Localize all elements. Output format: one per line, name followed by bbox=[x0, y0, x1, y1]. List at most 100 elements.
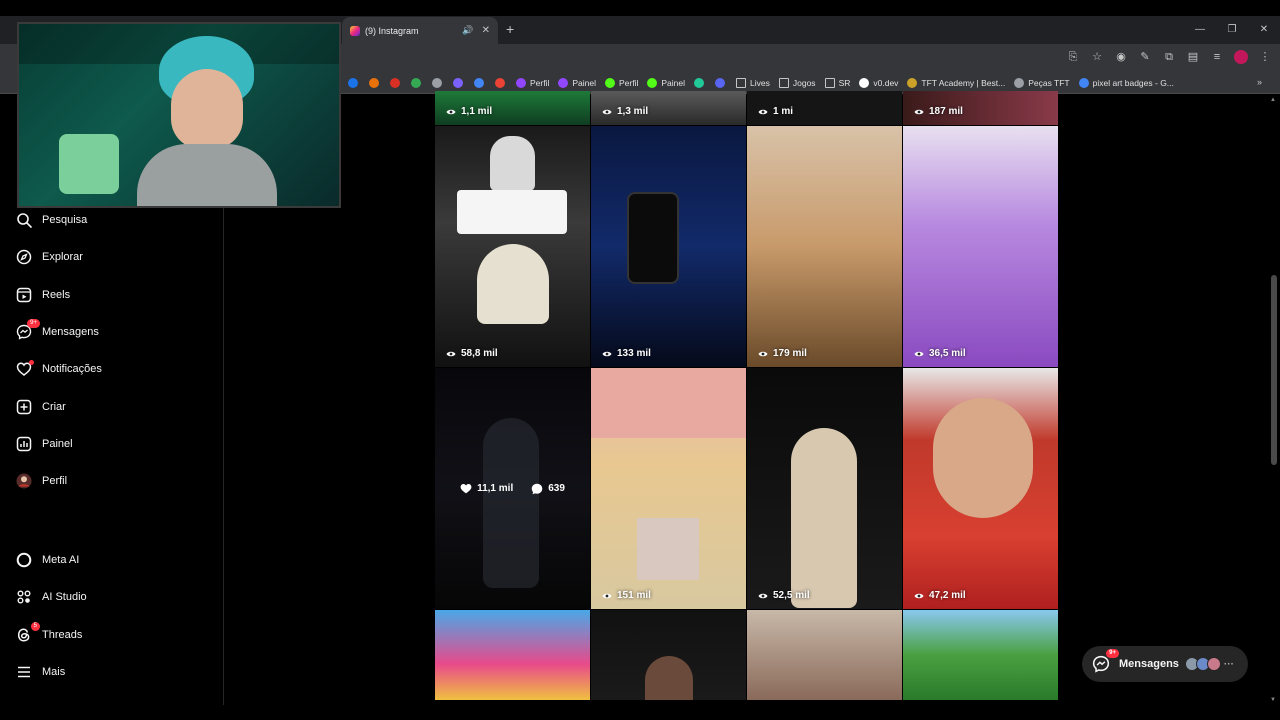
sidebar-item-meta-ai[interactable]: Meta AI bbox=[16, 548, 79, 572]
scroll-up-icon[interactable]: ▲ bbox=[1270, 97, 1276, 103]
sidebar-item-explore[interactable]: Explorar bbox=[16, 245, 83, 269]
bookmark-label: v0.dev bbox=[873, 77, 899, 88]
messages-floating-button[interactable]: 9+ Mensagens ··· bbox=[1082, 646, 1248, 682]
sidebar-item-messages[interactable]: 9+ Mensagens bbox=[16, 319, 99, 344]
messages-badge: 9+ bbox=[1106, 649, 1119, 658]
bookmark-item[interactable] bbox=[390, 77, 404, 88]
sidebar-label: Mensagens bbox=[42, 326, 99, 338]
sidebar-item-more[interactable]: Mais bbox=[16, 660, 65, 684]
compass-icon bbox=[16, 249, 32, 265]
bookmark-item[interactable]: TFT Academy | Best... bbox=[907, 77, 1006, 88]
sidebar-item-reels[interactable]: Reels bbox=[16, 283, 70, 307]
reel-thumbnail[interactable] bbox=[903, 610, 1058, 700]
bookmark-item[interactable]: Painel bbox=[558, 77, 597, 88]
menu-kebab-icon[interactable]: ⋮ bbox=[1258, 50, 1272, 64]
restore-icon[interactable]: ❐ bbox=[1216, 16, 1248, 44]
sidebar-item-profile[interactable]: Perfil bbox=[16, 469, 67, 493]
sidebar-item-search[interactable]: Pesquisa bbox=[16, 208, 87, 232]
close-window-icon[interactable]: ✕ bbox=[1248, 16, 1280, 44]
bookmark-label: Painel bbox=[661, 77, 686, 88]
close-tab-icon[interactable]: ✕ bbox=[482, 25, 490, 36]
comments-stat: 639 bbox=[531, 483, 565, 495]
reel-thumbnail[interactable]: 187 mil bbox=[903, 91, 1058, 125]
media-icon[interactable]: ≡ bbox=[1210, 50, 1224, 64]
reel-thumbnail[interactable]: 58,8 mil bbox=[435, 126, 590, 367]
reel-thumbnail[interactable] bbox=[747, 610, 902, 700]
eye-icon bbox=[602, 593, 612, 598]
new-tab-button[interactable]: + bbox=[506, 21, 514, 37]
meta-ai-icon bbox=[16, 552, 32, 568]
reel-thumbnail[interactable] bbox=[435, 610, 590, 700]
bookmark-item[interactable] bbox=[369, 77, 383, 88]
reel-thumbnail[interactable]: 47,2 mil bbox=[903, 368, 1058, 609]
eye-icon bbox=[758, 593, 768, 598]
bookmark-item[interactable] bbox=[453, 77, 467, 88]
bookmark-item[interactable]: Jogos bbox=[778, 77, 816, 88]
hamburger-menu-icon bbox=[16, 664, 32, 680]
speaker-icon[interactable]: 🔊 bbox=[462, 25, 473, 36]
bookmark-item[interactable] bbox=[432, 77, 446, 88]
bookmark-label: Peças TFT bbox=[1028, 77, 1070, 88]
bookmarks-overflow-icon[interactable]: » bbox=[1257, 77, 1262, 87]
sidebar-label: Pesquisa bbox=[42, 214, 88, 226]
threads-badge: 5 bbox=[30, 622, 40, 631]
sidebar-item-dashboard[interactable]: Painel bbox=[16, 432, 73, 456]
bookmark-item[interactable]: pixel art badges - G... bbox=[1078, 77, 1174, 88]
sidebar-item-create[interactable]: Criar bbox=[16, 395, 66, 419]
tab-instagram[interactable]: (9) Instagram 🔊 ✕ bbox=[342, 17, 498, 44]
sidebar-item-notifications[interactable]: Notificações bbox=[16, 357, 102, 381]
bookmark-favicon-icon bbox=[1078, 77, 1089, 88]
scroll-down-icon[interactable]: ▼ bbox=[1270, 697, 1276, 703]
camera-icon[interactable]: ◉ bbox=[1114, 50, 1128, 64]
bookmark-item[interactable] bbox=[411, 77, 425, 88]
reel-thumbnail[interactable]: 151 mil bbox=[591, 368, 746, 609]
minimize-icon[interactable]: — bbox=[1184, 16, 1216, 44]
reel-thumbnail[interactable] bbox=[591, 610, 746, 700]
reel-thumbnail[interactable]: 133 mil bbox=[591, 126, 746, 367]
bookmark-item[interactable] bbox=[348, 77, 362, 88]
profile-avatar-icon[interactable] bbox=[1234, 50, 1248, 64]
reel-thumbnail-hovered[interactable]: 11,1 mil 639 bbox=[435, 368, 590, 609]
bookmark-label: TFT Academy | Best... bbox=[921, 77, 1006, 88]
bookmark-favicon-icon bbox=[859, 77, 870, 88]
heart-icon bbox=[16, 360, 34, 377]
star-icon[interactable]: ☆ bbox=[1090, 50, 1104, 64]
bookmark-item[interactable]: Painel bbox=[647, 77, 686, 88]
sidebar-item-ai-studio[interactable]: AI Studio bbox=[16, 585, 87, 609]
bookmark-item[interactable]: SR bbox=[824, 77, 850, 88]
bookmark-item[interactable] bbox=[694, 77, 708, 88]
bookmark-item[interactable] bbox=[715, 77, 729, 88]
bookmark-item[interactable]: Perfil bbox=[605, 77, 638, 88]
bookmark-item[interactable]: Peças TFT bbox=[1014, 77, 1070, 88]
reel-thumbnail[interactable]: 52,5 mil bbox=[747, 368, 902, 609]
reel-thumbnail[interactable]: 1,1 mil bbox=[435, 91, 590, 125]
bookmark-item[interactable] bbox=[495, 77, 509, 88]
scrollbar-thumb[interactable] bbox=[1271, 275, 1277, 465]
page-scrollbar[interactable]: ▲ ▼ bbox=[1268, 95, 1280, 705]
profile-avatar-icon bbox=[16, 473, 32, 489]
pen-icon[interactable]: ✎ bbox=[1138, 50, 1152, 64]
bookmark-item[interactable]: Lives bbox=[736, 77, 770, 88]
cast-icon[interactable]: ⎘ bbox=[1066, 50, 1080, 64]
view-count: 151 mil bbox=[602, 590, 651, 601]
bookmark-favicon-icon bbox=[694, 77, 705, 88]
eye-icon bbox=[446, 109, 456, 114]
reel-thumbnail[interactable]: 1,3 mil bbox=[591, 91, 746, 125]
hover-stats-overlay: 11,1 mil 639 bbox=[435, 368, 590, 609]
avatar bbox=[1206, 657, 1221, 671]
bookmark-item[interactable] bbox=[474, 77, 488, 88]
sidebar-item-threads[interactable]: 5 Threads bbox=[16, 622, 82, 647]
extensions-icon[interactable]: ⧉ bbox=[1162, 50, 1176, 64]
bookmark-label: Painel bbox=[572, 77, 597, 88]
bookmark-favicon-icon bbox=[474, 77, 484, 88]
reel-thumbnail[interactable]: 36,5 mil bbox=[903, 126, 1058, 367]
sidebar-label: Criar bbox=[42, 401, 66, 413]
reel-thumbnail[interactable]: 179 mil bbox=[747, 126, 902, 367]
sidepanel-icon[interactable]: ▤ bbox=[1186, 50, 1200, 64]
bookmark-label: Lives bbox=[750, 77, 770, 88]
sidebar-label: Mais bbox=[42, 666, 66, 678]
sidebar-label: Explorar bbox=[42, 251, 83, 263]
bookmark-item[interactable]: Perfil bbox=[516, 77, 549, 88]
bookmark-item[interactable]: v0.dev bbox=[859, 77, 899, 88]
reel-thumbnail[interactable]: 1 mi bbox=[747, 91, 902, 125]
